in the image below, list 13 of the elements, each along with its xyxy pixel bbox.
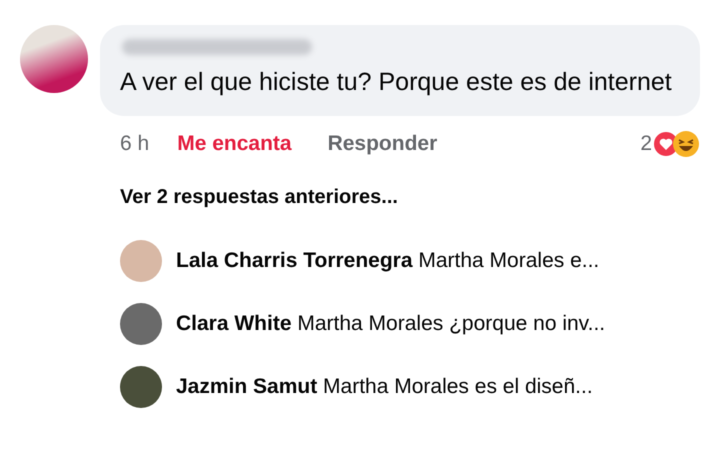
reaction-count: 2 xyxy=(640,132,652,156)
profile-photo-placeholder xyxy=(120,240,162,282)
profile-photo-placeholder xyxy=(120,366,162,408)
reply-preview[interactable]: Jazmin Samut Martha Morales es el diseñ... xyxy=(176,374,593,398)
reply-preview[interactable]: Lala Charris Torrenegra Martha Morales e... xyxy=(176,248,600,272)
comment-text: A ver el que hiciste tu? Porque este es de internet xyxy=(120,67,673,98)
view-previous-replies-link[interactable]: Ver 2 respuestas anteriores... xyxy=(120,186,695,209)
profile-photo-placeholder xyxy=(120,302,162,344)
reply-preview[interactable]: Clara White Martha Morales ¿porque no inv... xyxy=(176,312,606,336)
laughing-face-icon xyxy=(672,130,700,158)
reply-link[interactable]: Responder xyxy=(328,132,438,156)
timestamp: 6 h xyxy=(120,132,150,156)
react-link[interactable]: Me encanta xyxy=(177,132,292,156)
